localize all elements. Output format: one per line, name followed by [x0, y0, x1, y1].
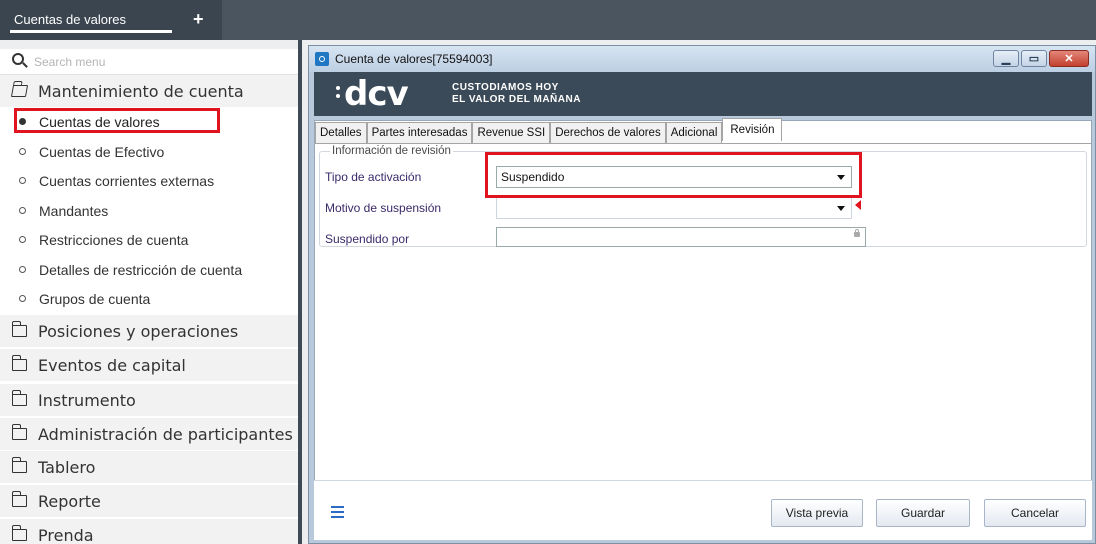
account-dialog: Cuenta de valores[75594003] ▁ ▭ ✕ dcv CU…: [308, 45, 1096, 544]
banner-tagline: CUSTODIAMOS HOY EL VALOR DEL MAÑANA: [452, 82, 581, 106]
tab-detalles[interactable]: Detalles: [315, 122, 367, 143]
dialog-content: Detalles Partes interesadas Revenue SSI …: [314, 118, 1092, 520]
group-label: Tablero: [38, 458, 96, 477]
tagline-line-2: EL VALOR DEL MAÑANA: [452, 94, 581, 105]
section-title: Información de revisión: [330, 145, 453, 157]
folder-icon: [11, 355, 27, 371]
cancel-button[interactable]: Cancelar: [984, 499, 1086, 527]
item-label: Detalles de restricción de cuenta: [39, 262, 243, 278]
maximize-icon: ▭: [1028, 53, 1040, 65]
sidebar-item-restricciones-de-cuenta[interactable]: Restricciones de cuenta: [0, 225, 300, 254]
bullet-icon: [19, 148, 26, 155]
sidebar-item-cuentas-corrientes-externas[interactable]: Cuentas corrientes externas: [0, 166, 300, 195]
tab-label: Cuentas de valores: [14, 12, 127, 27]
window-controls: ▁ ▭ ✕: [991, 50, 1089, 68]
folder-icon: [11, 390, 27, 406]
lock-icon: [854, 229, 860, 237]
suspendido-por-label: Suspendido por: [325, 232, 410, 246]
motivo-suspension-label: Motivo de suspensión: [325, 201, 442, 215]
sidebar-group-instrumento[interactable]: Instrumento: [0, 384, 300, 416]
folder-icon: [11, 424, 27, 440]
dcv-banner: dcv CUSTODIAMOS HOY EL VALOR DEL MAÑANA: [314, 72, 1092, 116]
folder-open-icon: [10, 85, 29, 97]
review-info-section: Información de revisión Tipo de activaci…: [319, 145, 1087, 247]
preview-button[interactable]: Vista previa: [771, 499, 863, 527]
group-label: Prenda: [38, 526, 94, 544]
sidebar-group-prenda[interactable]: Prenda: [0, 519, 300, 544]
tab-revision[interactable]: Revisión: [722, 118, 783, 141]
chevron-down-icon: [837, 206, 845, 211]
item-label: Cuentas corrientes externas: [39, 173, 215, 189]
minimize-button[interactable]: ▁: [993, 50, 1019, 67]
sidebar-item-detalles-de-restriccion[interactable]: Detalles de restricción de cuenta: [0, 255, 300, 284]
top-bar: Cuentas de valores +: [0, 0, 1096, 40]
search-bar: [0, 49, 300, 75]
bullet-icon: [19, 177, 26, 184]
dialog-titlebar[interactable]: Cuenta de valores[75594003] ▁ ▭ ✕: [309, 46, 1095, 72]
app-icon: [315, 52, 329, 66]
group-label: Mantenimiento de cuenta: [38, 82, 244, 101]
sidebar-group-posiciones[interactable]: Posiciones y operaciones: [0, 315, 300, 347]
maximize-button[interactable]: ▭: [1021, 50, 1047, 67]
tab-revenue-ssi[interactable]: Revenue SSI: [472, 122, 551, 143]
sidebar-group-reporte[interactable]: Reporte: [0, 485, 300, 517]
chevron-down-icon: [837, 175, 845, 180]
sidebar-item-mandantes[interactable]: Mandantes: [0, 196, 300, 225]
tab-adicional[interactable]: Adicional: [665, 122, 723, 143]
tab-partes-interesadas[interactable]: Partes interesadas: [366, 122, 473, 143]
sidebar-item-grupos-de-cuenta[interactable]: Grupos de cuenta: [0, 284, 300, 313]
sidebar-group-mantenimiento[interactable]: Mantenimiento de cuenta: [0, 75, 300, 107]
tab-strip: Detalles Partes interesadas Revenue SSI …: [315, 118, 783, 143]
tipo-activacion-value: Suspendido: [501, 170, 565, 184]
tagline-line-1: CUSTODIAMOS HOY: [452, 82, 559, 93]
tab-cuentas-de-valores[interactable]: Cuentas de valores +: [0, 0, 222, 40]
suspendido-por-field[interactable]: [496, 227, 866, 247]
bullet-icon: [19, 236, 26, 243]
group-label: Instrumento: [38, 391, 136, 410]
folder-icon: [11, 457, 27, 473]
dialog-title: Cuenta de valores[75594003]: [335, 52, 493, 66]
dialog-footer: Vista previa Guardar Cancelar: [314, 480, 1092, 540]
search-input[interactable]: [34, 52, 284, 72]
menu-icon[interactable]: [331, 506, 347, 521]
tab-underline: [10, 30, 172, 33]
item-label: Mandantes: [39, 203, 109, 219]
sidebar-group-tablero[interactable]: Tablero: [0, 451, 300, 483]
search-icon: [12, 53, 24, 65]
logo-dots-icon: [336, 86, 344, 104]
tab-derechos-de-valores[interactable]: Derechos de valores: [550, 122, 666, 143]
bullet-icon: [19, 295, 26, 302]
close-button[interactable]: ✕: [1049, 50, 1089, 67]
minimize-icon: ▁: [1001, 53, 1011, 65]
item-label: Restricciones de cuenta: [39, 232, 189, 248]
group-label: Reporte: [38, 492, 101, 511]
bullet-icon: [19, 266, 26, 273]
sidebar-splitter[interactable]: [298, 40, 302, 544]
dcv-logo: dcv: [344, 74, 409, 114]
tipo-activacion-label: Tipo de activación: [325, 170, 422, 184]
group-label: Administración de participantes: [38, 425, 293, 444]
required-marker-icon: [855, 200, 861, 210]
sidebar-group-eventos-de-capital[interactable]: Eventos de capital: [0, 349, 300, 381]
group-label: Eventos de capital: [38, 356, 186, 375]
close-icon: ✕: [1064, 53, 1074, 65]
add-tab-button[interactable]: +: [193, 9, 204, 30]
highlight-box-sidebar: [14, 108, 220, 133]
folder-icon: [11, 491, 27, 507]
sidebar-item-cuentas-de-efectivo[interactable]: Cuentas de Efectivo: [0, 137, 300, 166]
tab-divider: [315, 143, 1091, 144]
tipo-activacion-select[interactable]: Suspendido: [496, 166, 852, 188]
sidebar-group-administracion[interactable]: Administración de participantes: [0, 418, 300, 450]
motivo-suspension-select[interactable]: [496, 197, 852, 219]
item-label: Cuentas de Efectivo: [39, 144, 165, 160]
item-label: Grupos de cuenta: [39, 291, 151, 307]
group-label: Posiciones y operaciones: [38, 322, 239, 341]
folder-icon: [11, 321, 27, 337]
folder-icon: [11, 525, 27, 541]
save-button[interactable]: Guardar: [876, 499, 970, 527]
bullet-icon: [19, 207, 26, 214]
